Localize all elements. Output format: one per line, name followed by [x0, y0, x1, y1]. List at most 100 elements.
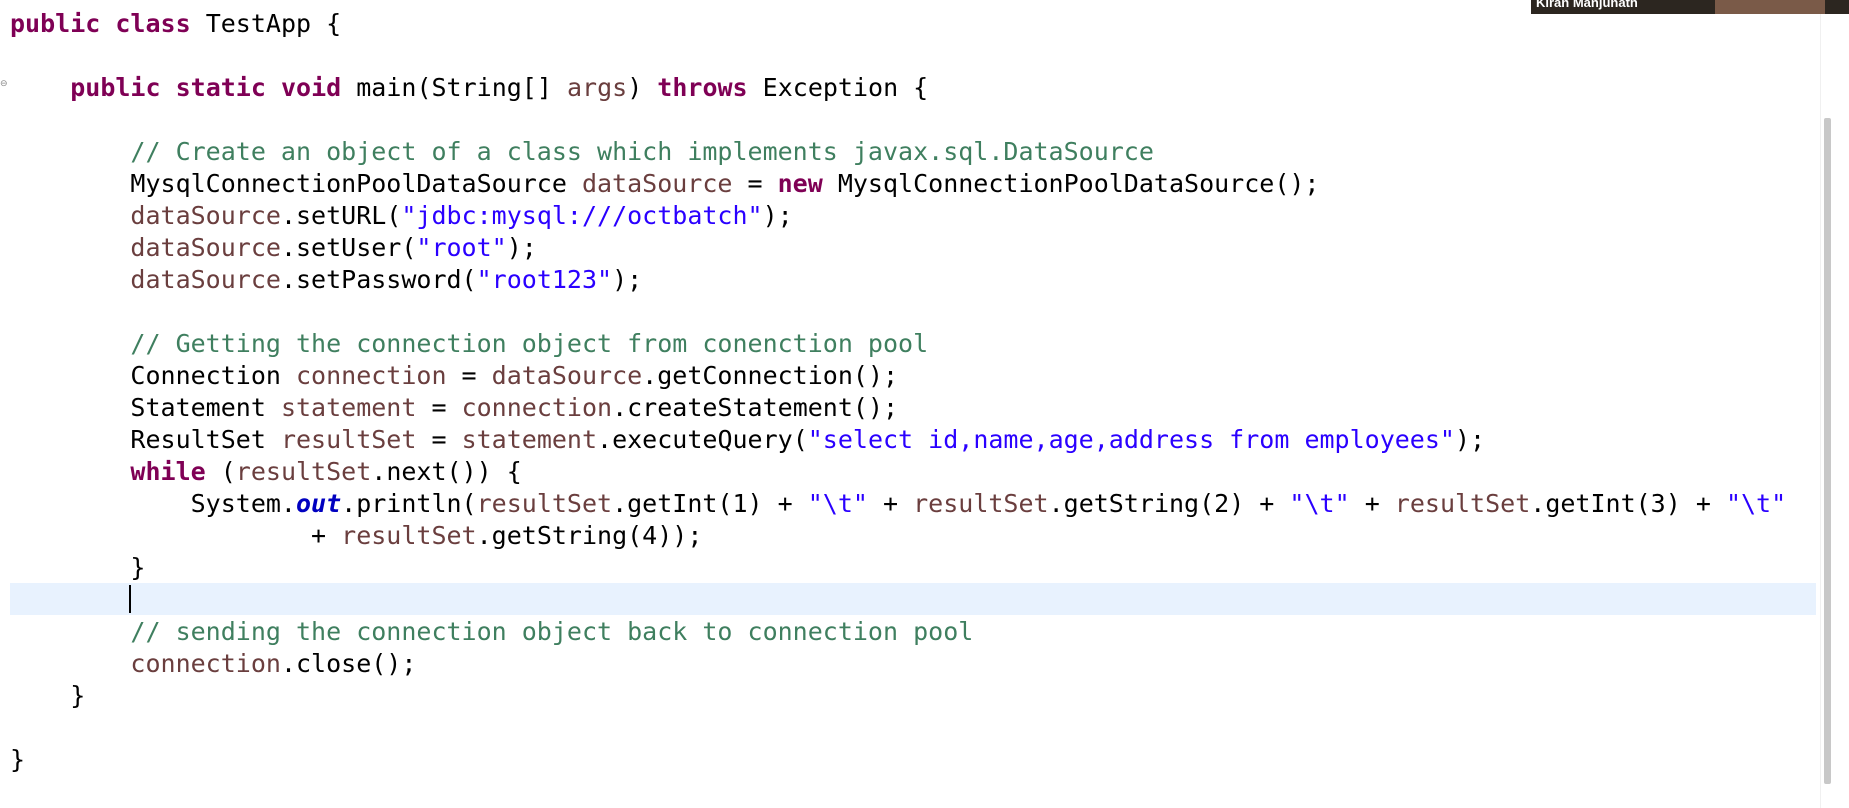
code-text: .executeQuery(	[597, 425, 808, 454]
vertical-scrollbar-thumb[interactable]	[1824, 118, 1831, 784]
code-line[interactable]: MysqlConnectionPoolDataSource dataSource…	[10, 168, 1319, 200]
code-variable: connection	[295, 361, 447, 390]
code-string: "root"	[416, 233, 507, 262]
code-text: +	[867, 489, 914, 518]
code-string: "\t"	[807, 489, 868, 518]
code-text: .getInt(3) +	[1530, 489, 1726, 518]
code-line[interactable]: ResultSet resultSet = statement.executeQ…	[10, 424, 1485, 456]
code-editor[interactable]: ⊖ public class TestApp { public static v…	[0, 0, 1820, 808]
code-line[interactable]: // Getting the connection object from co…	[10, 328, 928, 360]
code-keyword: while	[130, 457, 206, 486]
code-text: =	[416, 393, 462, 422]
code-variable: resultSet	[1394, 489, 1531, 518]
code-text: +	[10, 521, 342, 550]
code-string: "jdbc:mysql:///octbatch"	[401, 201, 763, 230]
code-text: }	[10, 745, 26, 774]
code-variable: resultSet	[235, 457, 372, 486]
code-comment: // Create an object of a class which imp…	[130, 137, 1154, 166]
code-line[interactable]: Statement statement = connection.createS…	[10, 392, 898, 424]
code-keyword: static	[175, 73, 266, 102]
webcam-video	[1715, 0, 1825, 14]
code-text: }	[10, 553, 146, 582]
code-variable: dataSource	[130, 233, 281, 262]
code-variable: statement	[280, 393, 417, 422]
code-keyword: public	[10, 9, 101, 38]
code-text: );	[762, 201, 793, 230]
code-text: .setURL(	[280, 201, 402, 230]
code-line[interactable]: }	[10, 744, 25, 776]
code-text: );	[506, 233, 537, 262]
current-line-highlight	[10, 583, 1816, 615]
code-text: .next()) {	[371, 457, 522, 486]
code-text: );	[612, 265, 643, 294]
code-variable: resultSet	[280, 425, 417, 454]
code-keyword: void	[280, 73, 342, 102]
code-variable: args	[566, 73, 628, 102]
code-comment: // sending the connection object back to…	[130, 617, 974, 646]
code-text: .setPassword(	[280, 265, 477, 294]
text-caret	[129, 585, 131, 613]
code-text: =	[446, 361, 492, 390]
code-text: .createStatement();	[612, 393, 899, 422]
code-line[interactable]: public static void main(String[] args) t…	[10, 72, 928, 104]
code-text: Statement	[10, 393, 281, 422]
code-variable: dataSource	[130, 201, 281, 230]
webcam-presenter-name: Kiran Manjunath	[1536, 0, 1638, 10]
code-variable: connection	[461, 393, 613, 422]
code-keyword: class	[115, 9, 191, 38]
code-text: main(String[]	[341, 73, 567, 102]
code-text: (	[205, 457, 236, 486]
code-text: System.	[10, 489, 296, 518]
code-line[interactable]: dataSource.setURL("jdbc:mysql:///octbatc…	[10, 200, 793, 232]
code-line[interactable]: dataSource.setPassword("root123");	[10, 264, 642, 296]
code-line[interactable]: Connection connection = dataSource.getCo…	[10, 360, 898, 392]
code-comment: // Getting the connection object from co…	[130, 329, 929, 358]
code-text: =	[732, 169, 778, 198]
code-line[interactable]: dataSource.setUser("root");	[10, 232, 537, 264]
code-text: +	[1349, 489, 1395, 518]
code-text: );	[1454, 425, 1486, 454]
code-text: MysqlConnectionPoolDataSource	[10, 169, 582, 198]
code-line[interactable]: connection.close();	[10, 648, 416, 680]
code-text: ResultSet	[10, 425, 281, 454]
code-keyword: throws	[657, 73, 748, 102]
code-text: )	[627, 73, 658, 102]
code-string: "select id,name,age,address from employe…	[807, 425, 1455, 454]
code-line[interactable]: while (resultSet.next()) {	[10, 456, 522, 488]
code-line[interactable]: }	[10, 552, 145, 584]
code-variable: statement	[461, 425, 598, 454]
code-text: .getConnection();	[642, 361, 899, 390]
code-text: .println(	[341, 489, 477, 518]
code-static-field: out	[295, 489, 342, 518]
code-variable: resultSet	[476, 489, 613, 518]
code-line[interactable]: }	[10, 680, 85, 712]
code-text: Connection	[10, 361, 296, 390]
code-string: "root123"	[476, 265, 613, 294]
code-variable: dataSource	[491, 361, 643, 390]
code-text: =	[416, 425, 462, 454]
code-line[interactable]: // Create an object of a class which imp…	[10, 136, 1154, 168]
code-keyword: new	[777, 169, 823, 198]
code-text: .setUser(	[280, 233, 417, 262]
code-text: TestApp {	[190, 9, 342, 38]
code-string: "\t"	[1725, 489, 1787, 518]
code-text: .getInt(1) +	[612, 489, 808, 518]
code-variable: connection	[130, 649, 281, 678]
collapse-fold-icon[interactable]: ⊖	[0, 80, 8, 89]
code-line[interactable]: // sending the connection object back to…	[10, 616, 973, 648]
code-string: "\t"	[1289, 489, 1350, 518]
code-line[interactable]: + resultSet.getString(4));	[10, 520, 702, 552]
code-text: Exception {	[747, 73, 929, 102]
code-line[interactable]: public class TestApp {	[10, 8, 341, 40]
code-text: }	[10, 681, 86, 710]
code-line[interactable]: System.out.println(resultSet.getInt(1) +…	[10, 488, 1787, 520]
code-variable: resultSet	[913, 489, 1049, 518]
